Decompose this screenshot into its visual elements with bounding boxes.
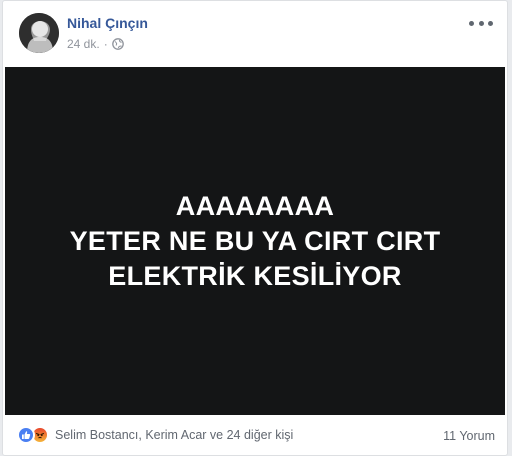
more-dots-icon[interactable] <box>469 17 493 29</box>
menu-dot <box>488 20 493 26</box>
menu-dot <box>469 20 474 26</box>
author-name[interactable]: Nihal Çınçın <box>67 15 148 31</box>
avatar[interactable] <box>19 13 59 53</box>
post-image[interactable]: AAAAAAAA YETER NE BU YA CIRT CIRT ELEKTR… <box>5 67 505 415</box>
comments-count[interactable]: 11 Yorum <box>443 429 495 443</box>
image-text-line: ELEKTRİK KESİLİYOR <box>108 260 402 291</box>
like-icon <box>17 426 35 444</box>
reaction-names[interactable]: Selim Bostancı, Kerim Acar ve 24 diğer k… <box>55 428 293 442</box>
globe-icon[interactable] <box>111 38 124 50</box>
image-text-line: AAAAAAAA <box>175 190 335 221</box>
meta-separator: · <box>103 37 108 51</box>
image-text-line: YETER NE BU YA CIRT CIRT <box>69 225 441 256</box>
post-footer: Selim Bostancı, Kerim Acar ve 24 diğer k… <box>3 415 507 455</box>
menu-dot <box>478 20 484 26</box>
post-header: Nihal Çınçın 24 dk. · <box>3 1 507 67</box>
post-time[interactable]: 24 dk. <box>67 37 100 51</box>
reactions-summary[interactable]: Selim Bostancı, Kerim Acar ve 24 diğer k… <box>17 426 293 444</box>
post-card: Nihal Çınçın 24 dk. · AAAAAAAA YETER NE … <box>2 0 508 456</box>
post-meta: 24 dk. · <box>67 37 124 51</box>
